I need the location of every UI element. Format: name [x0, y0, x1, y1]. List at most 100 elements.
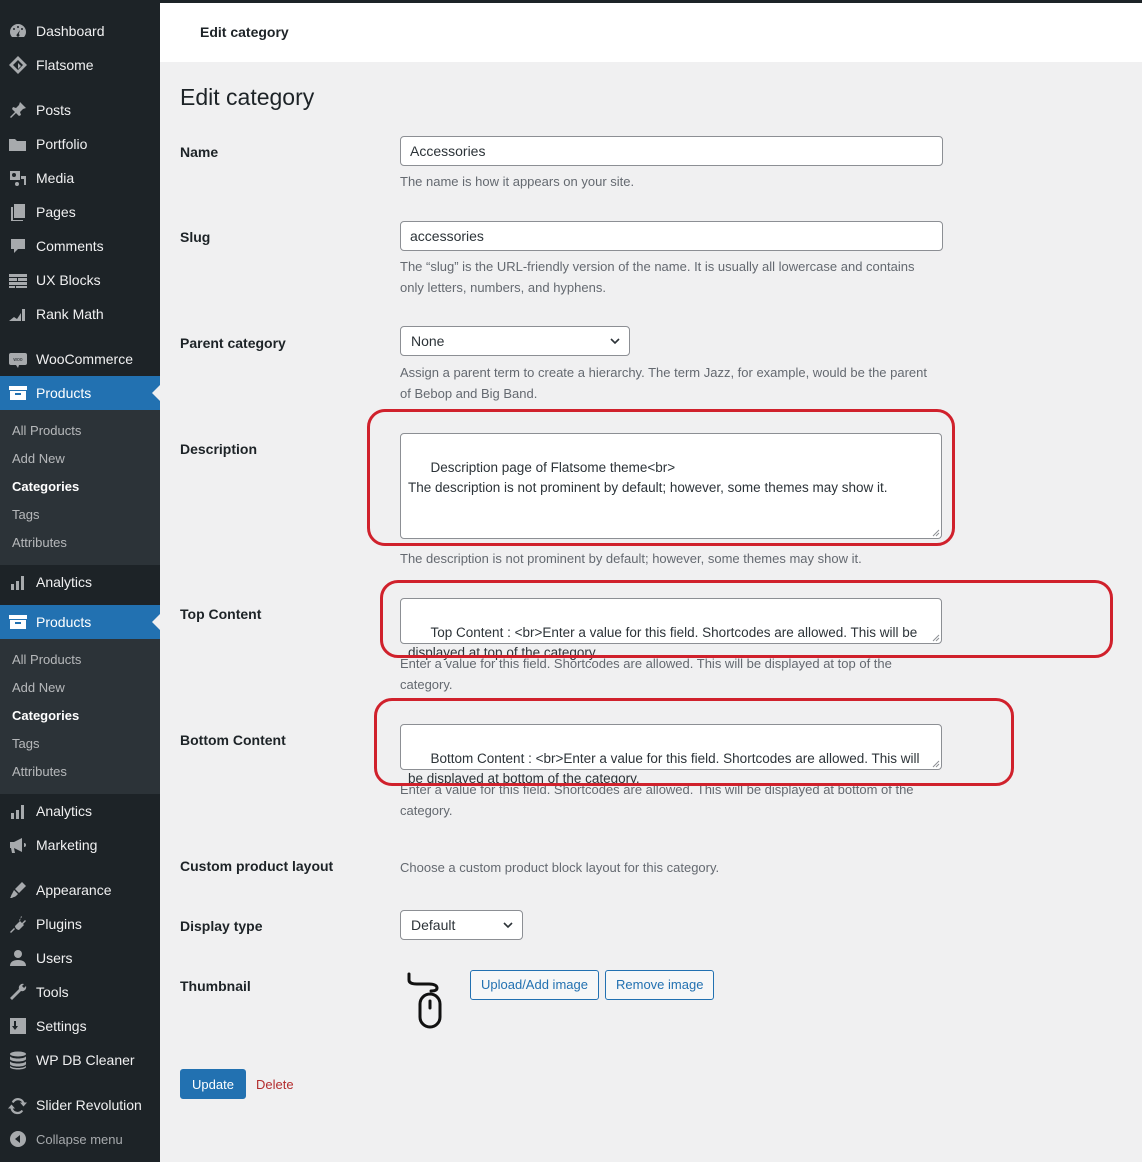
upload-image-button[interactable]: Upload/Add image — [470, 970, 599, 1000]
menu-label: Dashboard — [36, 23, 105, 39]
submenu-categories[interactable]: Categories — [0, 702, 160, 730]
resize-grip-icon[interactable] — [932, 760, 940, 768]
menu-analytics[interactable]: Analytics — [0, 565, 160, 599]
menu-label: Products — [36, 614, 92, 630]
user-icon — [0, 941, 36, 975]
menu-analytics-2[interactable]: Analytics — [0, 794, 160, 828]
menu-label: Products — [36, 385, 92, 401]
description-textarea[interactable]: Description page of Flatsome theme<br> T… — [400, 433, 942, 539]
submenu-categories[interactable]: Categories — [0, 473, 160, 501]
custom-layout-help: Choose a custom product block layout for… — [400, 860, 720, 875]
menu-label: Plugins — [36, 916, 82, 932]
menu-posts[interactable]: Posts — [0, 93, 160, 127]
folder-icon — [0, 127, 36, 161]
description-label: Description — [180, 441, 258, 457]
submenu-all-products[interactable]: All Products — [0, 417, 160, 445]
menu-products[interactable]: Products — [0, 376, 160, 410]
parent-category-help: Assign a parent term to create a hierarc… — [400, 365, 928, 401]
menu-products-duplicate[interactable]: Products — [0, 605, 160, 639]
menu-label: Slider Revolution — [36, 1097, 142, 1113]
menu-label: Tools — [36, 984, 69, 1000]
wrench-icon — [0, 975, 36, 1009]
menu-woocommerce[interactable]: woo WooCommerce — [0, 342, 160, 376]
products-submenu-duplicate: All Products Add New Categories Tags Att… — [0, 639, 160, 794]
bottom-content-help: Enter a value for this field. Shortcodes… — [400, 782, 914, 818]
archive-icon — [0, 605, 36, 639]
parent-category-select[interactable]: None — [400, 326, 630, 356]
svg-text:woo: woo — [13, 357, 22, 363]
pin-icon — [0, 93, 36, 127]
menu-comments[interactable]: Comments — [0, 229, 160, 263]
archive-icon — [0, 376, 36, 410]
delete-link[interactable]: Delete — [256, 1077, 294, 1092]
menu-settings[interactable]: Settings — [0, 1009, 160, 1043]
menu-label: Flatsome — [36, 57, 94, 73]
flatsome-icon — [0, 48, 36, 82]
comment-icon — [0, 229, 36, 263]
menu-plugins[interactable]: Plugins — [0, 907, 160, 941]
products-submenu: All Products Add New Categories Tags Att… — [0, 410, 160, 565]
menu-label: Pages — [36, 204, 76, 220]
menu-label: Posts — [36, 102, 72, 118]
megaphone-icon — [0, 828, 36, 862]
bar-chart-icon — [0, 565, 36, 599]
custom-layout-label: Custom product layout — [180, 858, 334, 874]
refresh-icon — [0, 1088, 36, 1122]
display-type-select[interactable]: Default — [400, 910, 523, 940]
media-icon — [0, 161, 36, 195]
menu-dashboard[interactable]: Dashboard — [0, 14, 160, 48]
rank-math-icon — [0, 297, 36, 331]
collapse-menu-button[interactable]: Collapse menu — [0, 1122, 160, 1156]
slug-label: Slug — [180, 229, 211, 245]
menu-ux-blocks[interactable]: UX Blocks — [0, 263, 160, 297]
menu-tools[interactable]: Tools — [0, 975, 160, 1009]
menu-label: Users — [36, 950, 73, 966]
select-value: None — [411, 333, 445, 349]
dashboard-icon — [0, 14, 36, 48]
select-value: Default — [411, 917, 456, 933]
slug-help: The “slug” is the URL-friendly version o… — [400, 259, 915, 295]
name-input[interactable]: Accessories — [400, 136, 943, 166]
menu-slider-revolution[interactable]: Slider Revolution — [0, 1088, 160, 1122]
menu-media[interactable]: Media — [0, 161, 160, 195]
submenu-attributes[interactable]: Attributes — [0, 529, 160, 557]
menu-label: Comments — [36, 238, 104, 254]
settings-icon — [0, 1009, 36, 1043]
submenu-all-products[interactable]: All Products — [0, 646, 160, 674]
top-content-help: Enter a value for this field. Shortcodes… — [400, 656, 892, 692]
menu-rank-math[interactable]: Rank Math — [0, 297, 160, 331]
menu-portfolio[interactable]: Portfolio — [0, 127, 160, 161]
bar-chart-icon — [0, 794, 36, 828]
update-button[interactable]: Update — [180, 1069, 246, 1099]
brush-icon — [0, 873, 36, 907]
collapse-icon — [0, 1122, 36, 1156]
submenu-add-new[interactable]: Add New — [0, 445, 160, 473]
bottom-content-textarea[interactable]: Bottom Content : <br>Enter a value for t… — [400, 724, 942, 786]
submenu-attributes[interactable]: Attributes — [0, 758, 160, 786]
remove-image-button[interactable]: Remove image — [605, 970, 715, 1000]
menu-wp-db-cleaner[interactable]: WP DB Cleaner — [0, 1043, 160, 1077]
menu-marketing[interactable]: Marketing — [0, 828, 160, 862]
parent-category-label: Parent category — [180, 335, 286, 351]
page-header: Edit category — [160, 0, 1142, 62]
display-type-label: Display type — [180, 918, 263, 934]
menu-label: WP DB Cleaner — [36, 1052, 135, 1068]
submenu-add-new[interactable]: Add New — [0, 674, 160, 702]
menu-appearance[interactable]: Appearance — [0, 873, 160, 907]
thumbnail-mouse-icon — [407, 972, 442, 1029]
top-content-textarea[interactable]: Top Content : <br>Enter a value for this… — [400, 598, 942, 660]
menu-flatsome[interactable]: Flatsome — [0, 48, 160, 82]
resize-grip-icon[interactable] — [932, 529, 940, 537]
chevron-down-icon — [610, 338, 620, 345]
menu-users[interactable]: Users — [0, 941, 160, 975]
plugin-icon — [0, 907, 36, 941]
submenu-tags[interactable]: Tags — [0, 501, 160, 529]
thumbnail-label: Thumbnail — [180, 978, 251, 994]
menu-label: Marketing — [36, 837, 98, 853]
slug-input[interactable]: accessories — [400, 221, 943, 251]
textarea-value: Description page of Flatsome theme<br> T… — [408, 460, 888, 495]
menu-label: Media — [36, 170, 75, 186]
resize-grip-icon[interactable] — [932, 634, 940, 642]
submenu-tags[interactable]: Tags — [0, 730, 160, 758]
menu-pages[interactable]: Pages — [0, 195, 160, 229]
